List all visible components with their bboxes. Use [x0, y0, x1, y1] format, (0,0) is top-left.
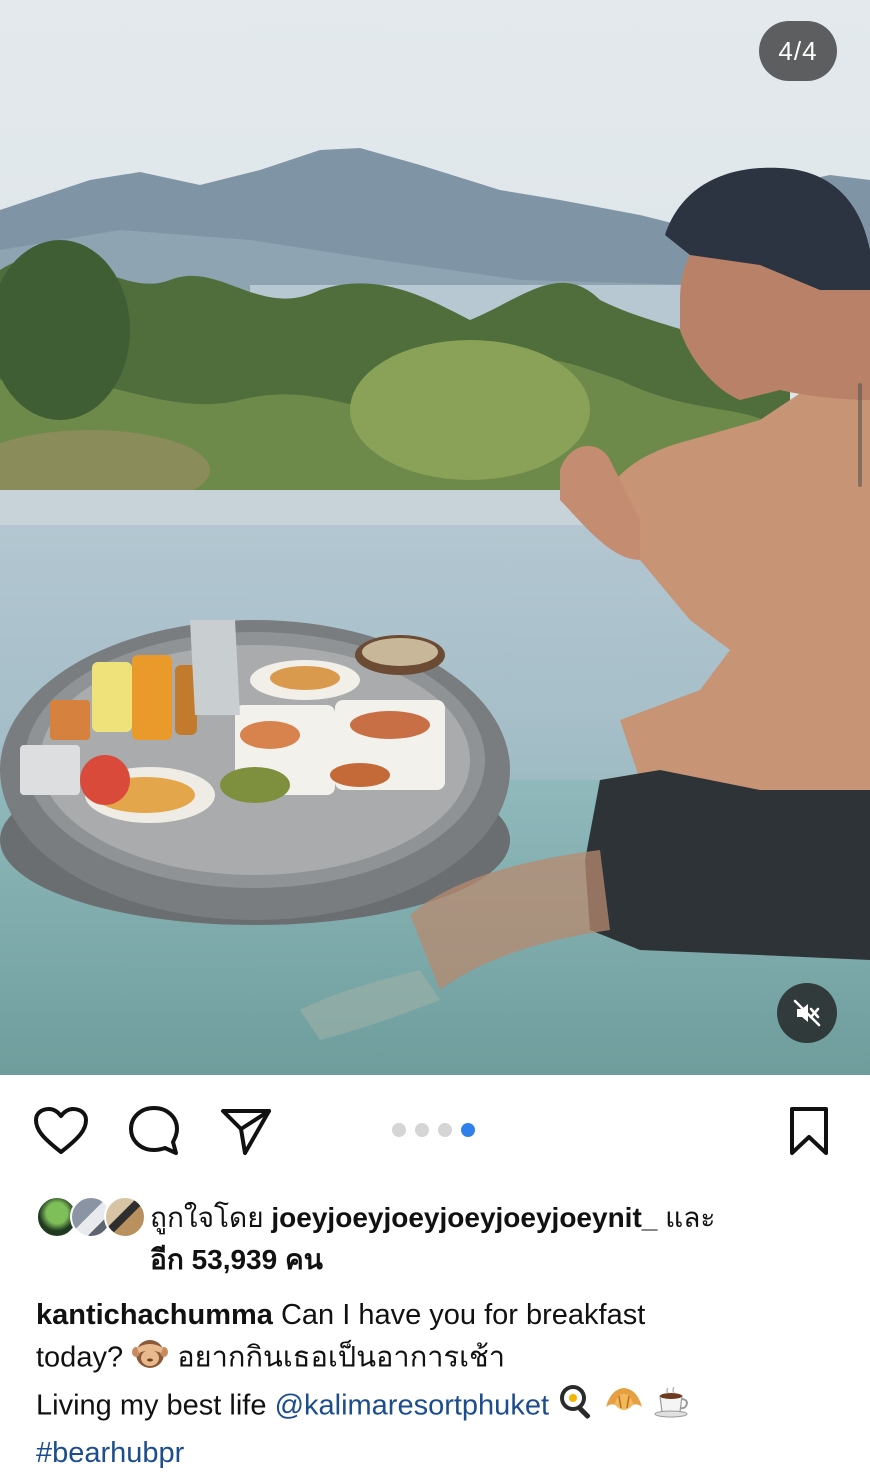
frying-egg-emoji [557, 1382, 595, 1432]
heart-icon[interactable] [32, 1104, 90, 1158]
caption-line-1: kantichachumma Can I have you for breakf… [36, 1294, 836, 1336]
liked-by-username[interactable]: joeyjoeyjoeyjoeyjoeyjoeynit_ [271, 1202, 657, 1233]
carousel-dot [392, 1123, 406, 1137]
likes-count[interactable]: อีก 53,939 คน [150, 1238, 323, 1282]
liked-by-conjunction: และ [665, 1202, 716, 1233]
caption-hashtag-link[interactable]: #bearhubpr [36, 1437, 184, 1469]
avatar [104, 1196, 146, 1238]
caption-text: today? [36, 1341, 124, 1374]
send-icon[interactable] [218, 1104, 274, 1158]
carousel-dot [438, 1123, 452, 1137]
caption-line-2: today? อยากกินเธอเป็นอาการเช้า [36, 1336, 836, 1382]
caption-text: Living my best life [36, 1389, 267, 1422]
caption-line-4: #bearhubpr [36, 1432, 836, 1474]
speaker-muted-icon[interactable] [777, 983, 837, 1043]
liked-by-text: ถูกใจโดย joeyjoeyjoeyjoeyjoeyjoeynit_ แล… [150, 1196, 715, 1240]
croissant-emoji [603, 1383, 645, 1431]
carousel-dot-active [461, 1123, 475, 1137]
carousel-indicator [392, 1123, 475, 1137]
liked-by-prefix: ถูกใจโดย [150, 1202, 264, 1233]
carousel-dot [415, 1123, 429, 1137]
caption-thai-text: อยากกินเธอเป็นอาการเช้า [177, 1341, 506, 1374]
coffee-emoji [653, 1384, 693, 1430]
likes-others-prefix: อีก [150, 1244, 184, 1275]
likes-count-number: 53,939 [191, 1244, 278, 1275]
see-no-evil-monkey-emoji [131, 1336, 169, 1382]
caption-mention-link[interactable]: @kalimaresortphuket [275, 1390, 549, 1422]
liked-by-avatars [36, 1196, 146, 1238]
bookmark-icon[interactable] [786, 1104, 832, 1158]
post-media[interactable]: 4/4 [0, 0, 870, 1075]
caption-text: Can I have you for breakfast [280, 1299, 646, 1331]
likes-others-suffix: คน [284, 1244, 323, 1275]
post-caption: kantichachumma Can I have you for breakf… [36, 1294, 836, 1474]
media-photo [0, 0, 870, 1075]
media-scroll-indicator [858, 383, 862, 487]
caption-username[interactable]: kantichachumma [36, 1299, 273, 1331]
carousel-counter: 4/4 [759, 21, 837, 81]
comment-icon[interactable] [126, 1104, 182, 1158]
caption-line-3: Living my best life @kalimaresortphuket [36, 1382, 836, 1432]
